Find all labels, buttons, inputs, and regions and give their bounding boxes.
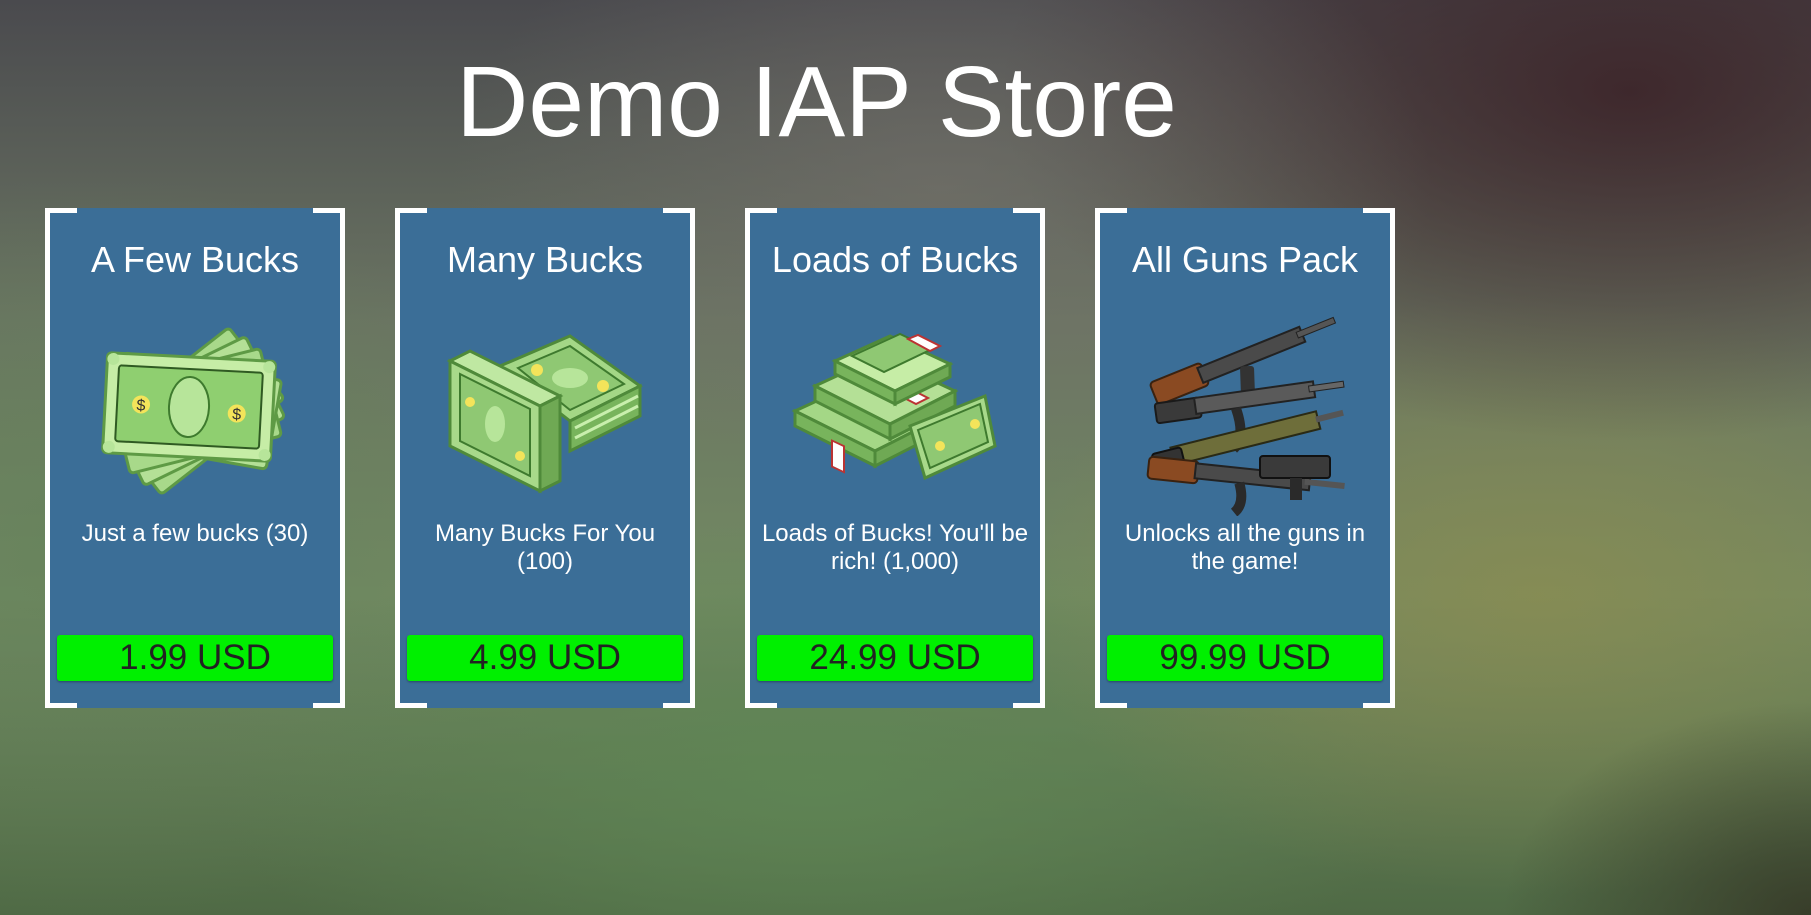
buy-button[interactable]: 24.99 USD (757, 635, 1033, 681)
product-description: Just a few bucks (30) (81, 520, 309, 547)
buy-button[interactable]: 1.99 USD (57, 635, 333, 681)
product-description: Loads of Bucks! You'll be rich! (1,000) (761, 520, 1029, 575)
card-frame-left (745, 208, 777, 708)
product-title: All Guns Pack (1131, 239, 1359, 280)
store-title: Demo IAP Store (456, 46, 1177, 158)
buy-button[interactable]: 99.99 USD (1107, 635, 1383, 681)
background-shade (1500, 700, 1811, 915)
svg-text:$: $ (232, 406, 242, 423)
product-card-a-few-bucks: A Few Bucks $ $ Just a few bucks (30) 1.… (45, 208, 345, 708)
card-frame-left (395, 208, 427, 708)
product-card-all-guns-pack: All Guns Pack Unlocks all the guns in th… (1095, 208, 1395, 708)
card-frame-left (1095, 208, 1127, 708)
product-title: Loads of Bucks (771, 239, 1019, 280)
product-description: Unlocks all the guns in the game! (1124, 520, 1366, 575)
product-card-many-bucks: Many Bucks Many Bucks For You (100) 4.99… (395, 208, 695, 708)
product-title: Many Bucks (446, 239, 644, 280)
product-title: A Few Bucks (90, 239, 300, 280)
product-description: Many Bucks For You (100) (434, 520, 656, 575)
card-frame-right (313, 208, 345, 708)
guns-pile-icon (1140, 306, 1350, 517)
svg-text:$: $ (136, 397, 146, 414)
card-frame-right (663, 208, 695, 708)
card-frame-right (1013, 208, 1045, 708)
product-card-loads-of-bucks: Loads of Bucks Loads of Bucks! You'll be… (745, 208, 1045, 708)
buy-button[interactable]: 4.99 USD (407, 635, 683, 681)
card-frame-left (45, 208, 77, 708)
cash-bundles-icon (790, 306, 1000, 516)
card-frame-right (1363, 208, 1395, 708)
cash-stacks-icon (440, 306, 650, 516)
cash-fan-icon: $ $ (90, 306, 300, 516)
